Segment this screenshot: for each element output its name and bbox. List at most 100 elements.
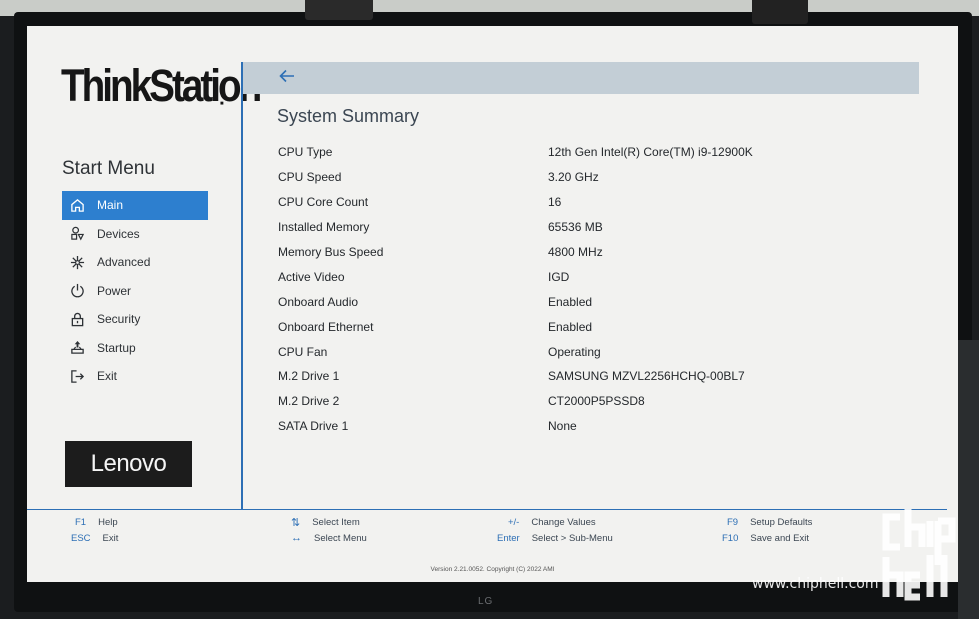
start-menu: Main Devices Advanced Power Security Sta… xyxy=(62,191,208,391)
start-menu-title: Start Menu xyxy=(62,158,155,179)
sidebar-item-startup[interactable]: Startup xyxy=(62,334,208,363)
summary-row-cpu-speed: CPU Speed 3.20 GHz xyxy=(278,165,918,190)
exit-icon xyxy=(69,368,85,384)
summary-row-cpu-fan: CPU Fan Operating xyxy=(278,339,918,364)
sidebar-item-label: Security xyxy=(97,312,141,327)
summary-row-cpu-core-count: CPU Core Count 16 xyxy=(278,190,918,215)
row-label: M.2 Drive 1 xyxy=(278,369,340,384)
vertical-divider xyxy=(241,62,243,510)
summary-row-installed-memory: Installed Memory 65536 MB xyxy=(278,215,918,240)
chiphell-watermark-url: www.chiphell.com xyxy=(752,576,879,592)
row-label: CPU Speed xyxy=(278,170,342,185)
sidebar-item-power[interactable]: Power xyxy=(62,277,208,306)
system-summary-table: CPU Type 12th Gen Intel(R) Core(TM) i9-12… xyxy=(278,140,918,439)
key-f1: F1 xyxy=(75,516,87,528)
key-esc: ESC xyxy=(71,532,91,544)
sidebar-item-exit[interactable]: Exit xyxy=(62,362,208,391)
footer-select-menu: ↔ Select Menu xyxy=(291,531,367,545)
sidebar-item-advanced[interactable]: Advanced xyxy=(62,248,208,277)
advanced-icon xyxy=(69,254,85,270)
logo-dot: ■ xyxy=(220,101,224,107)
row-value: IGD xyxy=(548,269,570,284)
footer-help-bar: F1 Help ESC Exit ⇅ Select Item ↔ Select … xyxy=(27,514,958,554)
startup-icon xyxy=(69,340,85,356)
sidebar-item-label: Startup xyxy=(97,340,136,355)
summary-row-sata-drive-1: SATA Drive 1 None xyxy=(278,414,918,439)
footer-label: Save and Exit xyxy=(750,532,809,544)
sidebar-item-main[interactable]: Main xyxy=(62,191,208,220)
row-label: Onboard Ethernet xyxy=(278,319,374,334)
summary-row-active-video: Active Video IGD xyxy=(278,264,918,289)
row-label: CPU Type xyxy=(278,145,333,160)
summary-row-onboard-audio: Onboard Audio Enabled xyxy=(278,289,918,314)
row-value: 12th Gen Intel(R) Core(TM) i9-12900K xyxy=(548,145,753,160)
footer-label: Select Item xyxy=(312,516,360,528)
footer-help: F1 Help xyxy=(75,515,118,529)
sidebar-item-label: Advanced xyxy=(97,255,151,270)
row-label: Installed Memory xyxy=(278,220,370,235)
top-bar xyxy=(243,62,919,94)
sidebar-item-label: Power xyxy=(97,283,132,298)
key-enter: Enter xyxy=(497,532,520,544)
footer-select-submenu: Enter Select > Sub-Menu xyxy=(497,531,613,545)
power-icon xyxy=(69,283,85,299)
summary-row-onboard-ethernet: Onboard Ethernet Enabled xyxy=(278,314,918,339)
row-label: Onboard Audio xyxy=(278,294,359,309)
sidebar-item-label: Exit xyxy=(97,369,118,384)
row-label: Memory Bus Speed xyxy=(278,245,384,259)
footer-select-item: ⇅ Select Item xyxy=(291,515,360,529)
row-value: 16 xyxy=(548,195,562,210)
row-value: Enabled xyxy=(548,319,593,334)
footer-label: Setup Defaults xyxy=(750,516,813,528)
key-f10: F10 xyxy=(722,532,739,544)
row-value: 4800 MHz xyxy=(548,245,603,259)
up-down-arrow-icon: ⇅ xyxy=(291,516,301,529)
webcam xyxy=(305,0,373,20)
sidebar-item-devices[interactable]: Devices xyxy=(62,220,208,249)
page-title: System Summary xyxy=(277,106,420,126)
row-value: Enabled xyxy=(548,294,593,309)
footer-label: Change Values xyxy=(531,516,596,528)
footer-setup-defaults: F9 Setup Defaults xyxy=(727,515,812,529)
sidebar-item-label: Main xyxy=(97,198,124,213)
arrow-left-icon xyxy=(279,69,295,88)
footer-divider xyxy=(27,509,947,510)
row-value: Operating xyxy=(548,344,601,359)
footer-label: Select > Sub-Menu xyxy=(531,532,613,544)
monitor-logo: LG xyxy=(478,596,494,607)
row-label: SATA Drive 1 xyxy=(278,419,349,434)
sidebar-item-security[interactable]: Security xyxy=(62,305,208,334)
copyright-text: Version 2.21.0052. Copyright (C) 2022 AM… xyxy=(430,566,555,573)
footer-label: Select Menu xyxy=(314,532,367,544)
devices-icon xyxy=(69,226,85,242)
footer-exit: ESC Exit xyxy=(71,531,118,545)
row-value: SAMSUNG MZVL2256HCHQ-00BL7 xyxy=(548,369,745,384)
footer-label: Help xyxy=(98,516,118,528)
row-label: Active Video xyxy=(278,269,345,284)
background-object xyxy=(958,340,979,619)
summary-row-memory-bus-speed: Memory Bus Speed 4800 MHz xyxy=(278,240,918,265)
row-value: 65536 MB xyxy=(548,220,603,235)
summary-row-cpu-type: CPU Type 12th Gen Intel(R) Core(TM) i9-12… xyxy=(278,140,918,165)
summary-row-m2-drive-2: M.2 Drive 2 CT2000P5PSSD8 xyxy=(278,389,918,414)
key-f9: F9 xyxy=(727,516,739,528)
summary-row-m2-drive-1: M.2 Drive 1 SAMSUNG MZVL2256HCHQ-00BL7 xyxy=(278,364,918,389)
row-value: None xyxy=(548,419,577,434)
bios-screen: ThinkStation ■ Start Menu Main Devices A… xyxy=(27,26,958,582)
lenovo-logo: Lenovo xyxy=(65,441,192,487)
home-icon xyxy=(69,197,85,213)
webcam xyxy=(752,0,808,24)
left-right-arrow-icon: ↔ xyxy=(291,532,302,544)
sidebar-item-label: Devices xyxy=(97,226,140,241)
row-value: CT2000P5PSSD8 xyxy=(548,394,645,409)
footer-label: Exit xyxy=(102,532,119,544)
footer-save-exit: F10 Save and Exit xyxy=(722,531,809,545)
footer-change-values: +/- Change Values xyxy=(508,515,596,529)
back-button[interactable] xyxy=(277,68,297,88)
lock-icon xyxy=(69,311,85,327)
chiphell-watermark-logo xyxy=(880,505,960,612)
row-label: M.2 Drive 2 xyxy=(278,394,340,409)
row-label: CPU Fan xyxy=(278,344,328,359)
row-value: 3.20 GHz xyxy=(548,170,599,185)
thinkstation-logo: ThinkStation xyxy=(61,60,262,111)
